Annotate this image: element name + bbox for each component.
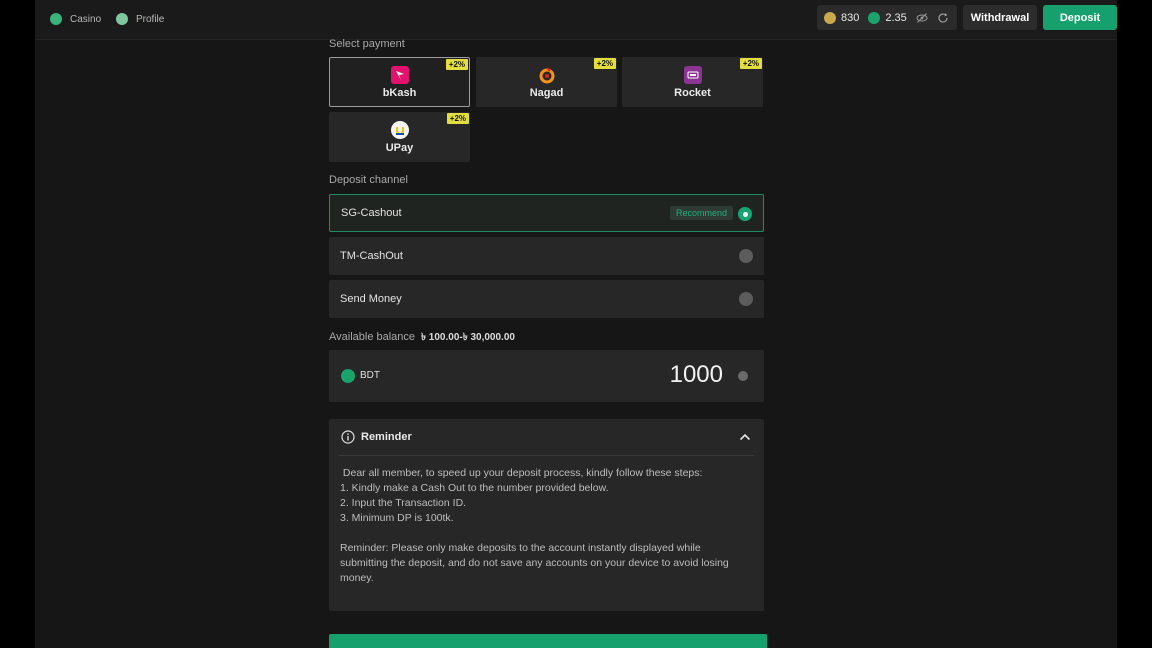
- bkash-logo-icon: [390, 65, 409, 84]
- bonus-badge: +2%: [446, 113, 469, 124]
- reminder-line: 2. Input the Transaction ID.: [340, 497, 467, 509]
- reminder-note: Reminder: Please only make deposits to t…: [340, 542, 729, 584]
- amount-value[interactable]: 1000: [670, 361, 723, 389]
- nav-profile[interactable]: Profile: [116, 11, 164, 27]
- submit-deposit-button[interactable]: [329, 634, 767, 648]
- divider: [339, 455, 754, 456]
- bonus-badge: +2%: [593, 58, 616, 69]
- rocket-logo-icon: [683, 65, 702, 84]
- currency-label: BDT: [360, 370, 380, 381]
- refresh-icon[interactable]: [937, 12, 949, 24]
- payment-name: Nagad: [529, 86, 564, 99]
- channel-send-money[interactable]: Send Money: [329, 280, 764, 318]
- payment-nagad[interactable]: +2% Nagad: [476, 57, 617, 107]
- upay-logo-icon: [390, 120, 409, 139]
- payment-upay[interactable]: +2% UPay: [329, 112, 470, 162]
- available-balance-label: Available balance: [329, 331, 416, 343]
- coin-icon: [824, 11, 836, 24]
- channel-tm-cashout[interactable]: TM-CashOut: [329, 237, 764, 275]
- payment-name: UPay: [385, 141, 414, 154]
- reminder-line: 3. Minimum DP is 100tk.: [340, 512, 454, 524]
- nagad-logo-icon: [538, 66, 556, 84]
- channel-radio[interactable]: [739, 292, 753, 306]
- reminder-header[interactable]: Reminder: [329, 419, 764, 455]
- reminder-panel: Reminder Dear all member, to speed up yo…: [329, 419, 764, 611]
- available-balance: Available balance ৳ 100.00-৳ 30,000.00: [329, 330, 515, 347]
- nav-casino-label: Casino: [70, 13, 102, 25]
- recommend-badge: Recommend: [669, 206, 733, 220]
- payment-name: bKash: [382, 86, 417, 99]
- nav-profile-label: Profile: [136, 13, 165, 25]
- deposit-button[interactable]: Deposit: [1043, 5, 1117, 30]
- channel-sg-cashout[interactable]: SG-Cashout Recommend: [329, 194, 764, 232]
- hide-balance-icon[interactable]: [916, 12, 928, 24]
- withdrawal-button[interactable]: Withdrawal: [963, 5, 1037, 30]
- payment-rocket[interactable]: +2% Rocket: [622, 57, 763, 107]
- balance-range: ৳ 100.00-৳ 30,000.00: [421, 332, 515, 343]
- reminder-body: Dear all member, to speed up your deposi…: [340, 466, 750, 586]
- deposit-channel-label: Deposit channel: [329, 174, 408, 186]
- info-icon: [341, 430, 355, 444]
- channel-name: SG-Cashout: [341, 207, 402, 219]
- channel-radio[interactable]: [739, 249, 753, 263]
- payment-name: Rocket: [674, 86, 711, 99]
- reminder-line: Dear all member, to speed up your deposi…: [340, 467, 703, 479]
- reminder-line: 1. Kindly make a Cash Out to the number …: [340, 482, 609, 494]
- bonus-badge: +2%: [739, 58, 762, 69]
- channel-name: TM-CashOut: [340, 250, 403, 262]
- payment-bkash[interactable]: +2% bKash: [329, 57, 470, 107]
- wallet-summary: 830 2.35: [817, 5, 957, 30]
- chevron-up-icon[interactable]: [739, 431, 751, 443]
- channel-radio-selected[interactable]: [738, 207, 752, 221]
- nav-casino[interactable]: Casino: [50, 11, 101, 27]
- select-payment-label: Select payment: [329, 38, 405, 50]
- bdt-currency-icon: [341, 369, 355, 383]
- balance-value: 2.35: [885, 11, 907, 24]
- coins-value: 830: [841, 11, 860, 24]
- profile-icon: [116, 13, 128, 25]
- bonus-badge: +2%: [445, 59, 468, 70]
- amount-input[interactable]: BDT 1000: [329, 350, 764, 402]
- reminder-title: Reminder: [361, 431, 412, 443]
- casino-icon: [50, 13, 62, 25]
- bdt-coin-icon: [868, 11, 881, 24]
- channel-name: Send Money: [340, 293, 402, 305]
- clear-amount-icon[interactable]: [738, 371, 748, 381]
